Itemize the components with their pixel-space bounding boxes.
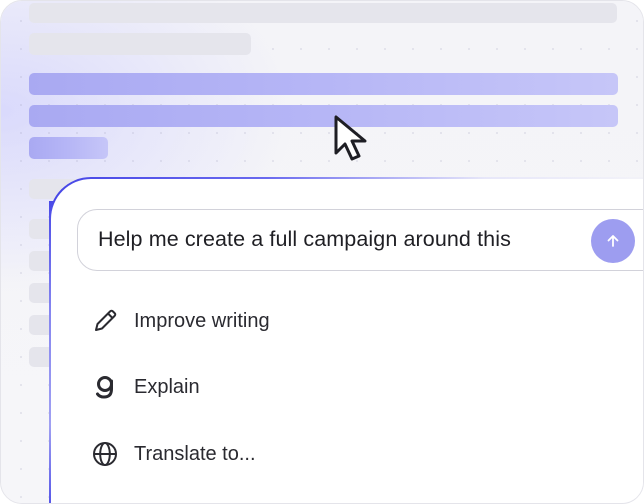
- selected-text-line[interactable]: [29, 105, 618, 127]
- menu-item-label: Explain: [134, 375, 200, 398]
- grammarly-g-icon: [91, 373, 119, 401]
- prompt-input[interactable]: Help me create a full campaign around th…: [77, 209, 643, 271]
- app-frame: Help me create a full campaign around th…: [0, 0, 644, 504]
- send-button[interactable]: [591, 219, 635, 263]
- pencil-icon: [91, 307, 119, 335]
- arrow-up-icon: [607, 235, 619, 247]
- prompt-input-text[interactable]: Help me create a full campaign around th…: [98, 227, 511, 252]
- menu-item-translate[interactable]: Translate to...: [91, 438, 256, 470]
- menu-item-label: Improve writing: [134, 309, 270, 332]
- doc-line: [29, 33, 251, 55]
- doc-line: [29, 3, 617, 23]
- menu-item-explain[interactable]: Explain: [91, 371, 200, 403]
- menu-item-label: Translate to...: [134, 442, 256, 465]
- menu-item-improve-writing[interactable]: Improve writing: [91, 305, 270, 337]
- globe-icon: [91, 440, 119, 468]
- mouse-cursor-icon: [334, 115, 367, 161]
- selected-text-line[interactable]: [29, 73, 618, 95]
- selected-text-line[interactable]: [29, 137, 108, 159]
